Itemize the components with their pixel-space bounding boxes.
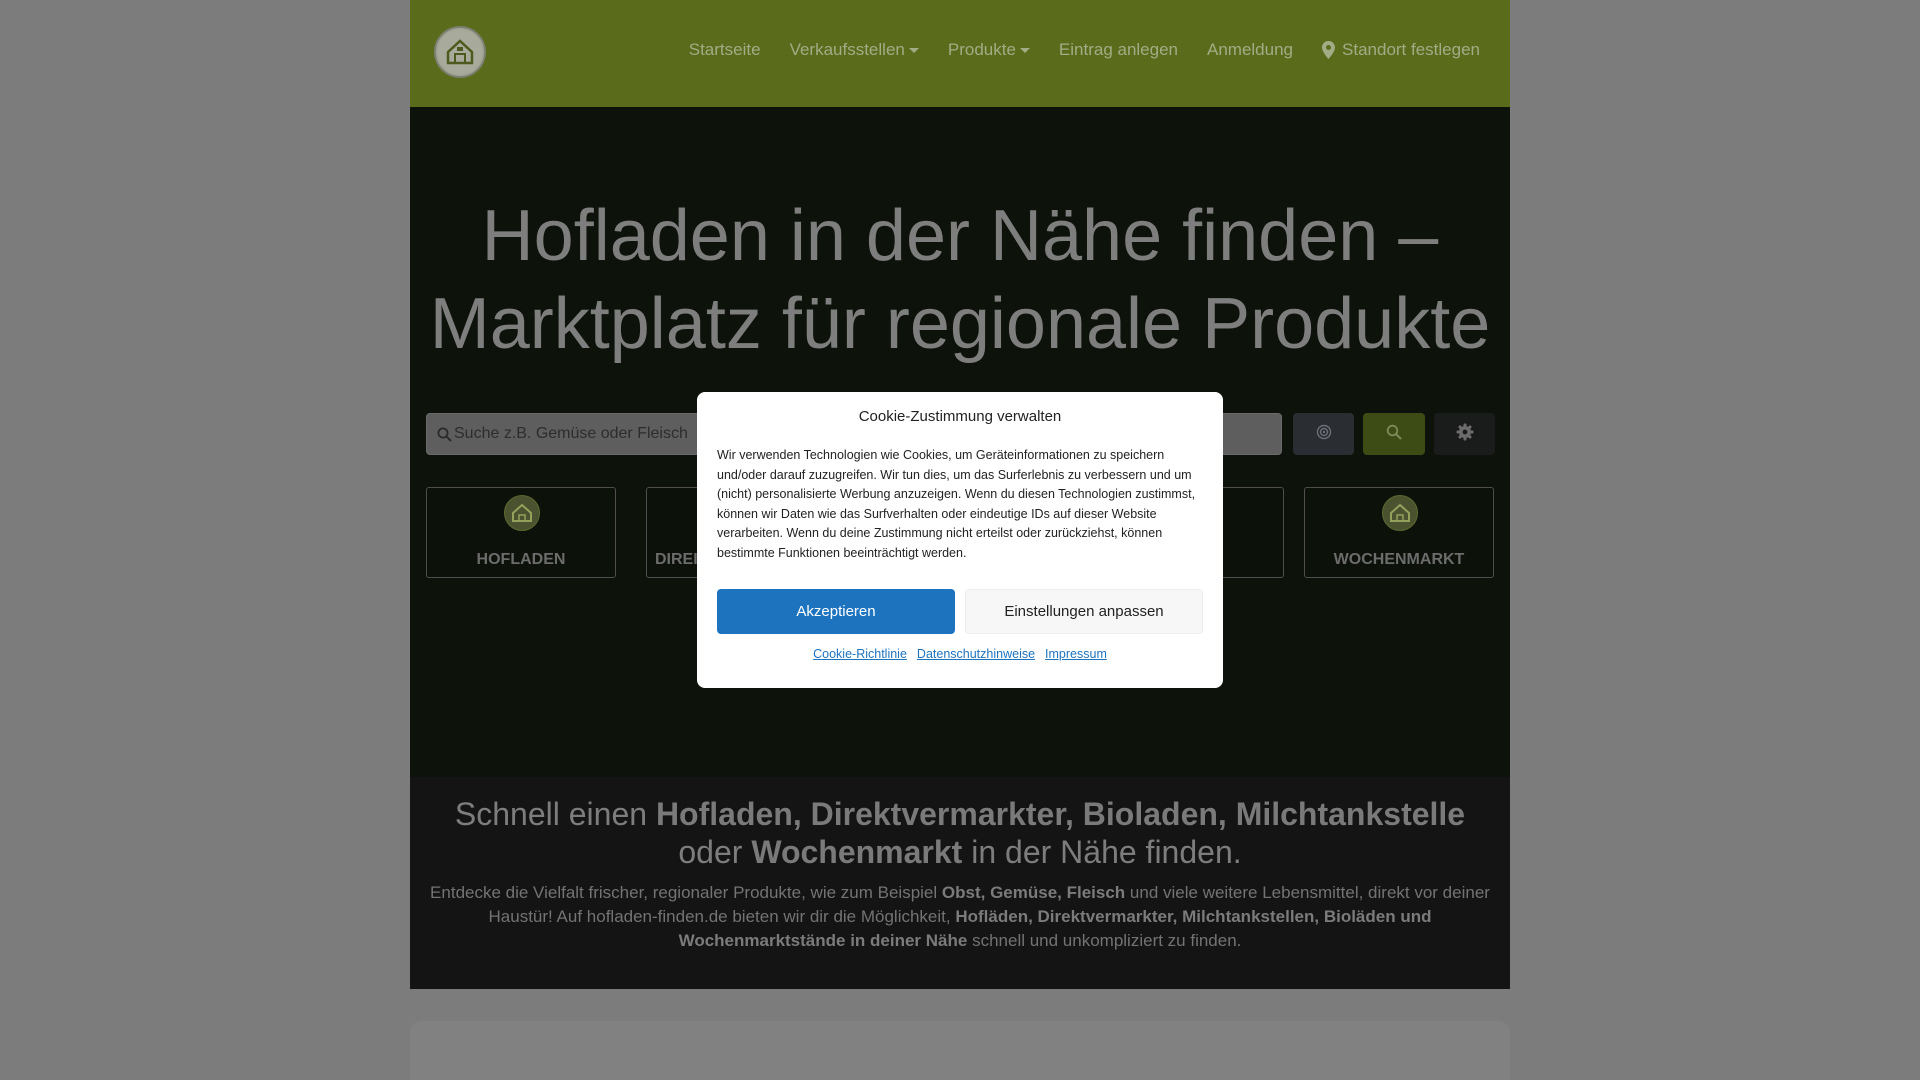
locate-button[interactable] — [1293, 413, 1354, 455]
caret-down-icon — [1019, 47, 1030, 53]
nav-label: Produkte — [947, 40, 1016, 59]
nav-label: Startseite — [688, 40, 761, 59]
category-label: HOFLADEN — [476, 551, 566, 568]
nav-standort-festlegen[interactable]: Standort festlegen — [1322, 40, 1480, 60]
farm-shop-logo-icon[interactable] — [434, 26, 486, 78]
map-pin-icon — [1322, 41, 1336, 59]
heading-text: in der Nähe finden. — [971, 834, 1242, 870]
search-button[interactable] — [1363, 413, 1425, 455]
search-icon — [437, 427, 452, 442]
cookie-title: Cookie-Zustimmung verwalten — [858, 408, 1062, 425]
info-heading: Schnell einen Hofladen, Direktvermarkter… — [410, 795, 1510, 871]
nav-produkte-dropdown[interactable]: Produkte — [948, 40, 1030, 60]
search-icon — [1386, 424, 1402, 445]
caret-down-icon — [908, 47, 919, 53]
navbar: Startseite Verkaufsstellen Produkte Eint… — [410, 0, 1510, 107]
cookie-links: Cookie-Richtlinie Datenschutzhinweise Im… — [697, 647, 1223, 661]
gear-icon — [1456, 423, 1474, 446]
info-text: schnell und unkompliziert zu finden. — [972, 931, 1242, 950]
nav-label: Standort festlegen — [1342, 40, 1480, 59]
settings-button[interactable] — [1434, 413, 1495, 455]
heading-text: Schnell einen — [454, 796, 648, 832]
nav-label: Eintrag anlegen — [1058, 40, 1178, 59]
heading-strong: Wochenmarkt — [751, 834, 963, 870]
accept-button[interactable]: Akzeptieren — [717, 589, 955, 634]
info-strong: Obst, Gemüse, Fleisch — [941, 883, 1126, 902]
nav-verkaufsstellen-dropdown[interactable]: Verkaufsstellen — [790, 40, 919, 60]
nav-anmeldung[interactable]: Anmeldung — [1207, 40, 1293, 60]
farm-shop-icon — [504, 495, 540, 531]
heading-text: oder — [678, 834, 743, 870]
target-icon — [1316, 424, 1332, 445]
privacy-notice-link[interactable]: Datenschutzhinweise — [917, 647, 1035, 661]
main-nav: Startseite Verkaufsstellen Produkte Eint… — [689, 0, 1480, 100]
nav-label: Anmeldung — [1207, 40, 1294, 59]
info-paragraph: Entdecke die Vielfalt frischer, regional… — [425, 881, 1495, 953]
content-card — [410, 1021, 1510, 1080]
nav-eintrag-anlegen[interactable]: Eintrag anlegen — [1059, 40, 1178, 60]
info-section: Schnell einen Hofladen, Direktvermarkter… — [410, 777, 1510, 989]
category-hofladen[interactable]: HOFLADEN — [426, 487, 616, 578]
nav-label: Verkaufsstellen — [789, 40, 905, 59]
nav-startseite[interactable]: Startseite — [689, 40, 761, 60]
customize-settings-button[interactable]: Einstellungen anpassen — [965, 589, 1203, 634]
category-wochenmarkt[interactable]: WOCHENMARKT — [1304, 487, 1494, 578]
category-label: WOCHENMARKT — [1333, 551, 1465, 568]
cookie-policy-link[interactable]: Cookie-Richtlinie — [813, 647, 907, 661]
imprint-link[interactable]: Impressum — [1045, 647, 1107, 661]
hero-title: Hofladen in der Nähe finden – Marktplatz… — [429, 196, 1491, 364]
farm-shop-icon — [1382, 495, 1418, 531]
cookie-text: Wir verwenden Technologien wie Cookies, … — [717, 448, 1196, 560]
info-text: Entdecke die Vielfalt frischer, regional… — [430, 883, 938, 902]
cookie-consent-dialog: Cookie-Zustimmung verwalten Wir verwende… — [697, 392, 1223, 688]
heading-strong: Hofladen, Direktvermarkter, Bioladen, Mi… — [655, 796, 1466, 832]
